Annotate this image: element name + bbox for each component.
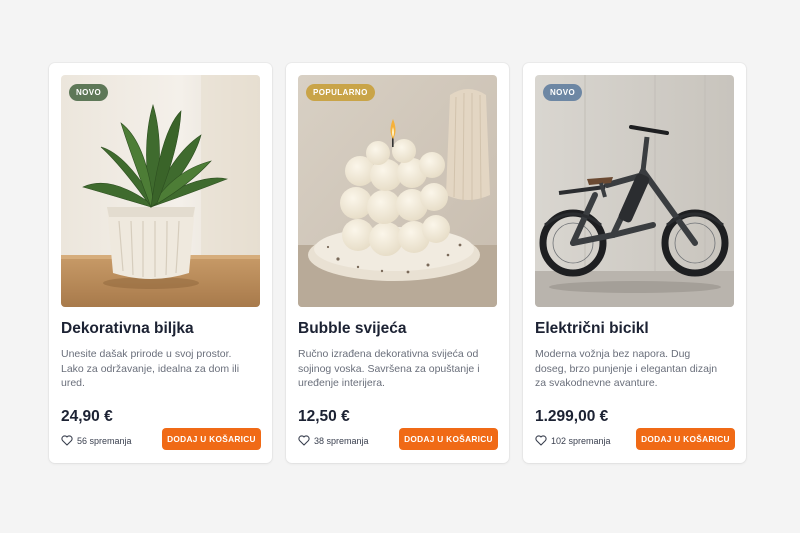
save-count[interactable]: 102 spremanja [535, 435, 611, 446]
save-count[interactable]: 38 spremanja [298, 435, 369, 446]
save-count[interactable]: 56 spremanja [61, 435, 132, 446]
product-card[interactable]: POPULARNO Bubble svijeća Ručno izrađena … [286, 63, 509, 463]
save-count-label: 102 spremanja [551, 435, 611, 446]
product-image[interactable]: NOVO [61, 75, 260, 307]
add-to-cart-button[interactable]: DODAJ U KOŠARICU [399, 428, 498, 450]
product-price: 24,90 € [61, 408, 113, 425]
product-description: Ručno izrađena dekorativna svijeća od so… [298, 348, 480, 389]
add-to-cart-button[interactable]: DODAJ U KOŠARICU [162, 428, 261, 450]
product-title[interactable]: Bubble svijeća [298, 320, 497, 338]
product-price: 1.299,00 € [535, 408, 609, 425]
product-image[interactable]: NOVO [535, 75, 734, 307]
product-title[interactable]: Dekorativna biljka [61, 320, 260, 338]
heart-icon[interactable] [61, 435, 73, 446]
product-price: 12,50 € [298, 408, 350, 425]
product-grid: NOVO Dekorativna biljka Unesite dašak pr… [49, 63, 746, 463]
product-image[interactable]: POPULARNO [298, 75, 497, 307]
product-title[interactable]: Električni bicikl [535, 320, 734, 338]
product-badge: NOVO [543, 84, 583, 101]
save-count-label: 56 spremanja [77, 435, 132, 446]
add-to-cart-button[interactable]: DODAJ U KOŠARICU [636, 428, 735, 450]
product-card[interactable]: NOVO Električni bicikl Moderna vožnja be… [523, 63, 746, 463]
product-card[interactable]: NOVO Dekorativna biljka Unesite dašak pr… [49, 63, 272, 463]
product-badge: POPULARNO [306, 84, 375, 101]
heart-icon[interactable] [535, 435, 547, 446]
potted-plant-image [61, 75, 260, 307]
product-badge: NOVO [69, 84, 109, 101]
product-description: Unesite dašak prirode u svoj prostor. La… [61, 348, 240, 389]
bubble-candle-image [298, 75, 497, 307]
heart-icon[interactable] [298, 435, 310, 446]
electric-bicycle-image [535, 75, 734, 307]
save-count-label: 38 spremanja [314, 435, 369, 446]
product-description: Moderna vožnja bez napora. Dug doseg, br… [535, 348, 718, 389]
